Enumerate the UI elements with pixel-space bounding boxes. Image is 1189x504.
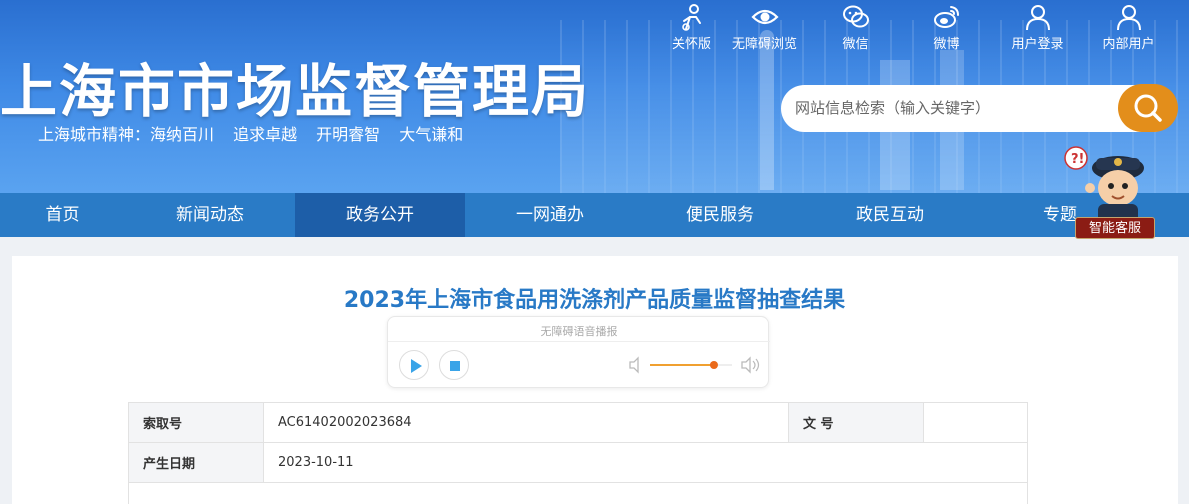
search-icon: [1134, 94, 1162, 122]
index-label: 索取号: [128, 402, 264, 443]
nav-public-service[interactable]: 便民服务: [635, 193, 805, 237]
svg-text:?!: ?!: [1071, 152, 1084, 167]
weibo-link[interactable]: 微博: [901, 3, 992, 52]
nav-gov-affairs[interactable]: 政务公开: [295, 193, 465, 237]
toolbar-label: 用户登录: [1011, 37, 1064, 52]
date-label: 产生日期: [128, 442, 264, 483]
table-row: 索取号 AC61402002023684 文 号: [128, 402, 1028, 443]
voice-player-caption: 无障碍语音播报: [540, 325, 618, 338]
play-button[interactable]: [399, 350, 429, 380]
toolbar-label: 关怀版: [671, 37, 711, 52]
volume-up-icon: [741, 356, 760, 374]
table-row: [128, 482, 1028, 504]
volume-mute-icon: [629, 356, 639, 374]
volume-knob[interactable]: [709, 361, 718, 369]
toolbar-label: 无障碍浏览: [731, 37, 797, 52]
internal-user-link[interactable]: 内部用户: [1083, 3, 1174, 52]
weibo-icon: [933, 6, 959, 28]
stop-icon: [450, 361, 460, 371]
search-input[interactable]: [795, 96, 1105, 120]
empty-cell: [128, 482, 1028, 504]
user-icon: [1025, 5, 1050, 31]
play-icon: [411, 359, 422, 373]
volume-control[interactable]: [626, 355, 766, 375]
care-mode-link[interactable]: 关怀版: [664, 3, 719, 52]
toolbar-label: 微信: [842, 37, 869, 52]
date-value: 2023-10-11: [263, 442, 1028, 483]
user-login-link[interactable]: 用户登录: [992, 3, 1083, 52]
voice-player: 无障碍语音播报: [387, 316, 770, 388]
nav-interaction[interactable]: 政民互动: [805, 193, 975, 237]
robot-assistant-label[interactable]: 智能客服: [1075, 217, 1155, 239]
header-toolbar: 关怀版 无障碍浏览 微信 微博 用户登录 内部用户: [664, 3, 1174, 52]
toolbar-label: 微博: [933, 37, 960, 52]
eye-icon: [750, 9, 779, 25]
wechat-icon: [842, 5, 869, 28]
main-nav: 首页 新闻动态 政务公开 一网通办 便民服务 政民互动 专题: [0, 193, 1189, 237]
nav-online-service[interactable]: 一网通办: [465, 193, 635, 237]
stop-button[interactable]: [439, 350, 469, 380]
search-button[interactable]: [1118, 84, 1178, 132]
user-icon: [1116, 5, 1141, 31]
nav-news[interactable]: 新闻动态: [125, 193, 295, 237]
site-header: 上海市市场监督管理局 上海城市精神：海纳百川 追求卓越 开明睿智 大气谦和 关怀…: [0, 0, 1189, 193]
page: 上海市市场监督管理局 上海城市精神：海纳百川 追求卓越 开明睿智 大气谦和 关怀…: [0, 0, 1189, 504]
wechat-link[interactable]: 微信: [810, 3, 901, 52]
tower-decoration: [760, 30, 774, 190]
table-row: 产生日期 2023-10-11: [128, 442, 1028, 483]
toolbar-label: 内部用户: [1102, 37, 1155, 52]
player-divider: [388, 341, 770, 342]
site-motto: 上海城市精神：海纳百川 追求卓越 开明睿智 大气谦和: [38, 125, 464, 144]
accessible-browse-link[interactable]: 无障碍浏览: [719, 3, 810, 52]
nav-home[interactable]: 首页: [0, 193, 125, 237]
doc-number-label: 文 号: [788, 402, 924, 443]
article-meta-table: 索取号 AC61402002023684 文 号 产生日期 2023-10-11: [128, 402, 1028, 504]
index-value: AC61402002023684: [263, 402, 789, 443]
site-title: 上海市市场监督管理局: [0, 59, 590, 125]
article-title: 2023年上海市食品用洗涤剂产品质量监督抽查结果: [343, 288, 846, 313]
site-search: [781, 85, 1176, 132]
care-icon: [681, 4, 701, 31]
doc-number-value: [923, 402, 1028, 443]
